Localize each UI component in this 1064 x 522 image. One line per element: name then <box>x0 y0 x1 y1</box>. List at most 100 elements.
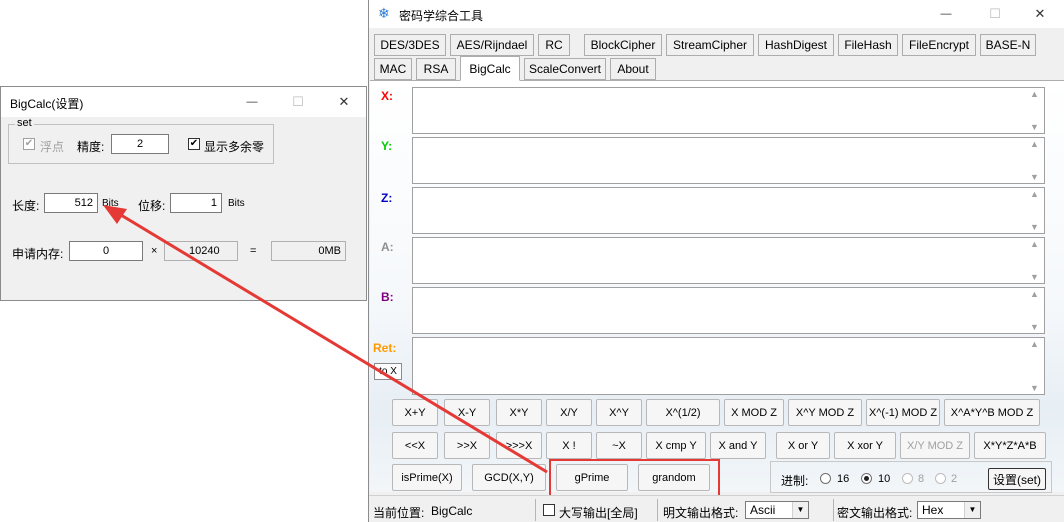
status-bar: 当前位置: BigCalc 大写输出[全局] 明文输出格式: Ascii ▼ 密… <box>369 495 1064 522</box>
btn-x-div-y-mod-z[interactable]: X/Y MOD Z <box>900 432 970 459</box>
btn-x-pow-y[interactable]: X^Y <box>596 399 642 426</box>
btn-x-and-y[interactable]: X and Y <box>710 432 766 459</box>
register-z-input[interactable]: ▲ ▼ <box>412 187 1045 234</box>
btn-x-a-y-b-mod-z[interactable]: X^A*Y^B MOD Z <box>944 399 1040 426</box>
register-ret-scrollbar[interactable]: ▲ ▼ <box>1027 338 1044 394</box>
register-z-label: Z: <box>381 191 393 205</box>
btn-is-prime[interactable]: isPrime(X) <box>392 464 462 491</box>
btn-x-or-y[interactable]: X or Y <box>776 432 830 459</box>
to-x-button[interactable]: to X <box>374 363 402 380</box>
close-button[interactable]: ✕ <box>1017 0 1063 28</box>
dialog-close-button[interactable]: ✕ <box>321 87 367 117</box>
dialog-maximize-button[interactable]: ☐ <box>275 87 321 117</box>
register-a-scrollbar[interactable]: ▲ ▼ <box>1027 238 1044 283</box>
radix-2-label: 2 <box>951 473 958 485</box>
plain-format-label: 明文输出格式: <box>663 506 739 520</box>
memory-result-field: 0MB <box>271 241 346 261</box>
shift-input[interactable]: 1 <box>170 193 222 213</box>
radix-16-label: 16 <box>837 473 850 485</box>
scroll-up-icon: ▲ <box>1030 239 1039 249</box>
btn-x-plus-y[interactable]: X+Y <box>392 399 438 426</box>
register-x-scrollbar[interactable]: ▲ ▼ <box>1027 88 1044 133</box>
btn-shift-left-x[interactable]: <<X <box>392 432 438 459</box>
maximize-button[interactable]: ☐ <box>972 0 1018 28</box>
tab-hashdigest[interactable]: HashDigest <box>758 34 834 56</box>
minimize-icon: — <box>940 8 952 20</box>
dialog-titlebar: BigCalc(设置) — ☐ ✕ <box>1 87 366 117</box>
show-zeros-checkbox[interactable]: ✔ <box>188 138 200 150</box>
plain-format-select[interactable]: Ascii ▼ <box>745 501 809 519</box>
register-y-label: Y: <box>381 139 393 153</box>
register-b-scrollbar[interactable]: ▲ ▼ <box>1027 288 1044 333</box>
btn-grandom[interactable]: grandom <box>638 464 710 491</box>
cipher-format-select[interactable]: Hex ▼ <box>917 501 981 519</box>
tab-fileencrypt[interactable]: FileEncrypt <box>902 34 976 56</box>
equals-symbol: = <box>250 245 257 257</box>
precision-input[interactable]: 2 <box>111 134 169 154</box>
scroll-down-icon: ▼ <box>1030 383 1039 393</box>
settings-button[interactable]: 设置(set) <box>988 468 1046 490</box>
tab-base-n[interactable]: BASE-N <box>980 34 1036 56</box>
btn-x-inverse-mod-z[interactable]: X^(-1) MOD Z <box>866 399 940 426</box>
maximize-icon: ☐ <box>989 6 1001 21</box>
main-window: ❄ 密码学综合工具 — ☐ ✕ DES/3DES AES/Rijndael RC… <box>368 0 1064 522</box>
tab-rc[interactable]: RC <box>538 34 570 56</box>
btn-x-mod-z[interactable]: X MOD Z <box>724 399 784 426</box>
btn-gprime[interactable]: gPrime <box>556 464 628 491</box>
main-titlebar: ❄ 密码学综合工具 — ☐ ✕ <box>369 0 1064 28</box>
tab-rsa[interactable]: RSA <box>416 58 456 80</box>
register-a-input[interactable]: ▲ ▼ <box>412 237 1045 284</box>
btn-not-x[interactable]: ~X <box>596 432 642 459</box>
btn-x-xor-y[interactable]: X xor Y <box>834 432 896 459</box>
scroll-down-icon: ▼ <box>1030 222 1039 232</box>
register-b-input[interactable]: ▲ ▼ <box>412 287 1045 334</box>
btn-shift-right-x[interactable]: >>X <box>444 432 490 459</box>
settings-dialog: BigCalc(设置) — ☐ ✕ set ✔ 浮点 精度: 2 ✔ 显示多余零… <box>0 86 367 301</box>
float-checkbox[interactable]: ✔ <box>23 138 35 150</box>
tab-bigcalc[interactable]: BigCalc <box>460 56 520 81</box>
btn-unsigned-shift-right-x[interactable]: >>>X <box>496 432 542 459</box>
btn-x-pow-y-mod-z[interactable]: X^Y MOD Z <box>788 399 862 426</box>
radix-2-radio[interactable] <box>935 473 946 484</box>
uppercase-checkbox[interactable] <box>543 504 555 516</box>
tab-des-3des[interactable]: DES/3DES <box>374 34 446 56</box>
tab-about[interactable]: About <box>610 58 656 80</box>
times-symbol: × <box>151 245 158 257</box>
btn-gcd[interactable]: GCD(X,Y) <box>472 464 546 491</box>
btn-x-factorial[interactable]: X ! <box>546 432 592 459</box>
btn-x-y-z-a-b[interactable]: X*Y*Z*A*B <box>974 432 1046 459</box>
register-a-label: A: <box>381 240 394 254</box>
memory-input[interactable]: 0 <box>69 241 143 261</box>
minimize-button[interactable]: — <box>923 0 969 28</box>
register-x-input[interactable]: ▲ ▼ <box>412 87 1045 134</box>
register-y-input[interactable]: ▲ ▼ <box>412 137 1045 184</box>
register-ret-output[interactable]: ▲ ▼ <box>412 337 1045 395</box>
tab-streamcipher[interactable]: StreamCipher <box>666 34 754 56</box>
radix-8-label: 8 <box>918 473 925 485</box>
btn-x-times-y[interactable]: X*Y <box>496 399 542 426</box>
tab-blockcipher[interactable]: BlockCipher <box>584 34 662 56</box>
btn-x-minus-y[interactable]: X-Y <box>444 399 490 426</box>
precision-label: 精度: <box>77 140 105 154</box>
register-z-scrollbar[interactable]: ▲ ▼ <box>1027 188 1044 233</box>
dialog-minimize-button[interactable]: — <box>229 87 275 117</box>
float-label: 浮点 <box>40 140 65 154</box>
show-zeros-label: 显示多余零 <box>204 140 265 154</box>
btn-x-div-y[interactable]: X/Y <box>546 399 592 426</box>
register-y-scrollbar[interactable]: ▲ ▼ <box>1027 138 1044 183</box>
radix-16-radio[interactable] <box>820 473 831 484</box>
close-icon: ✕ <box>338 94 350 109</box>
length-label: 长度: <box>12 199 40 213</box>
tab-aes-rijndael[interactable]: AES/Rijndael <box>450 34 534 56</box>
tab-filehash[interactable]: FileHash <box>838 34 898 56</box>
btn-x-cmp-y[interactable]: X cmp Y <box>646 432 706 459</box>
radix-10-radio[interactable] <box>861 473 872 484</box>
tab-scaleconvert[interactable]: ScaleConvert <box>524 58 606 80</box>
scroll-down-icon: ▼ <box>1030 122 1039 132</box>
tab-mac[interactable]: MAC <box>374 58 412 80</box>
length-input[interactable]: 512 <box>44 193 98 213</box>
bigcalc-panel: X: ▲ ▼ Y: ▲ ▼ Z: ▲ ▼ A: ▲ ▼ B: ▲ ▼ Ret: ▲ ▼ to… <box>370 80 1064 498</box>
btn-x-sqrt[interactable]: X^(1/2) <box>646 399 720 426</box>
scroll-up-icon: ▲ <box>1030 339 1039 349</box>
radix-8-radio[interactable] <box>902 473 913 484</box>
